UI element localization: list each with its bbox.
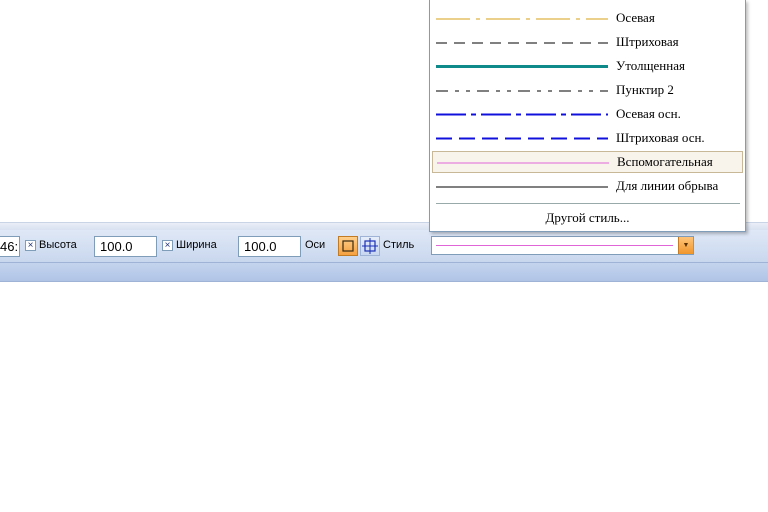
style-option-axial-main[interactable]: Осевая осн. — [432, 103, 743, 125]
style-select[interactable]: ▼ — [431, 236, 694, 255]
menu-divider — [436, 203, 740, 204]
style-option-axial[interactable]: Осевая — [432, 7, 743, 29]
style-option-dashed[interactable]: Штриховая — [432, 31, 743, 53]
prev-value-field[interactable]: 46: — [0, 236, 20, 257]
width-input[interactable]: 100.0 — [238, 236, 301, 257]
height-input[interactable]: 100.0 — [94, 236, 157, 257]
with-axes-button[interactable] — [360, 236, 380, 256]
square-icon — [342, 240, 354, 252]
dotted-line-icon — [436, 90, 608, 92]
style-option-auxiliary[interactable]: Вспомогательная — [432, 151, 743, 173]
toolbar-lower-strip — [0, 263, 768, 282]
no-axes-button[interactable] — [338, 236, 358, 256]
axial-main-line-icon — [436, 113, 608, 116]
square-with-axes-icon — [362, 238, 378, 254]
auxiliary-line-icon — [437, 162, 609, 164]
break-line-icon — [436, 186, 608, 188]
dashed-line-icon — [436, 42, 608, 44]
axial-line-icon — [436, 18, 608, 20]
other-style-option[interactable]: Другой стиль... — [430, 210, 745, 226]
style-option-dashed-main[interactable]: Штриховая осн. — [432, 127, 743, 149]
height-label: Высота — [39, 239, 77, 251]
width-label: Ширина — [176, 239, 217, 251]
style-dropdown-list: Осевая Штриховая Утолщенная Пунктир 2 Ос… — [429, 0, 746, 232]
selected-style-preview — [436, 245, 673, 246]
thick-line-icon — [436, 65, 608, 68]
style-option-break-line[interactable]: Для линии обрыва — [432, 175, 743, 197]
axes-label: Оси — [305, 239, 326, 251]
style-option-dotted-2[interactable]: Пунктир 2 — [432, 79, 743, 101]
chevron-down-icon[interactable]: ▼ — [678, 237, 693, 254]
style-option-thick[interactable]: Утолщенная — [432, 55, 743, 77]
height-checkbox[interactable]: × — [25, 240, 36, 251]
dashed-main-line-icon — [436, 137, 608, 140]
width-checkbox[interactable]: × — [162, 240, 173, 251]
style-label: Стиль — [383, 239, 415, 251]
